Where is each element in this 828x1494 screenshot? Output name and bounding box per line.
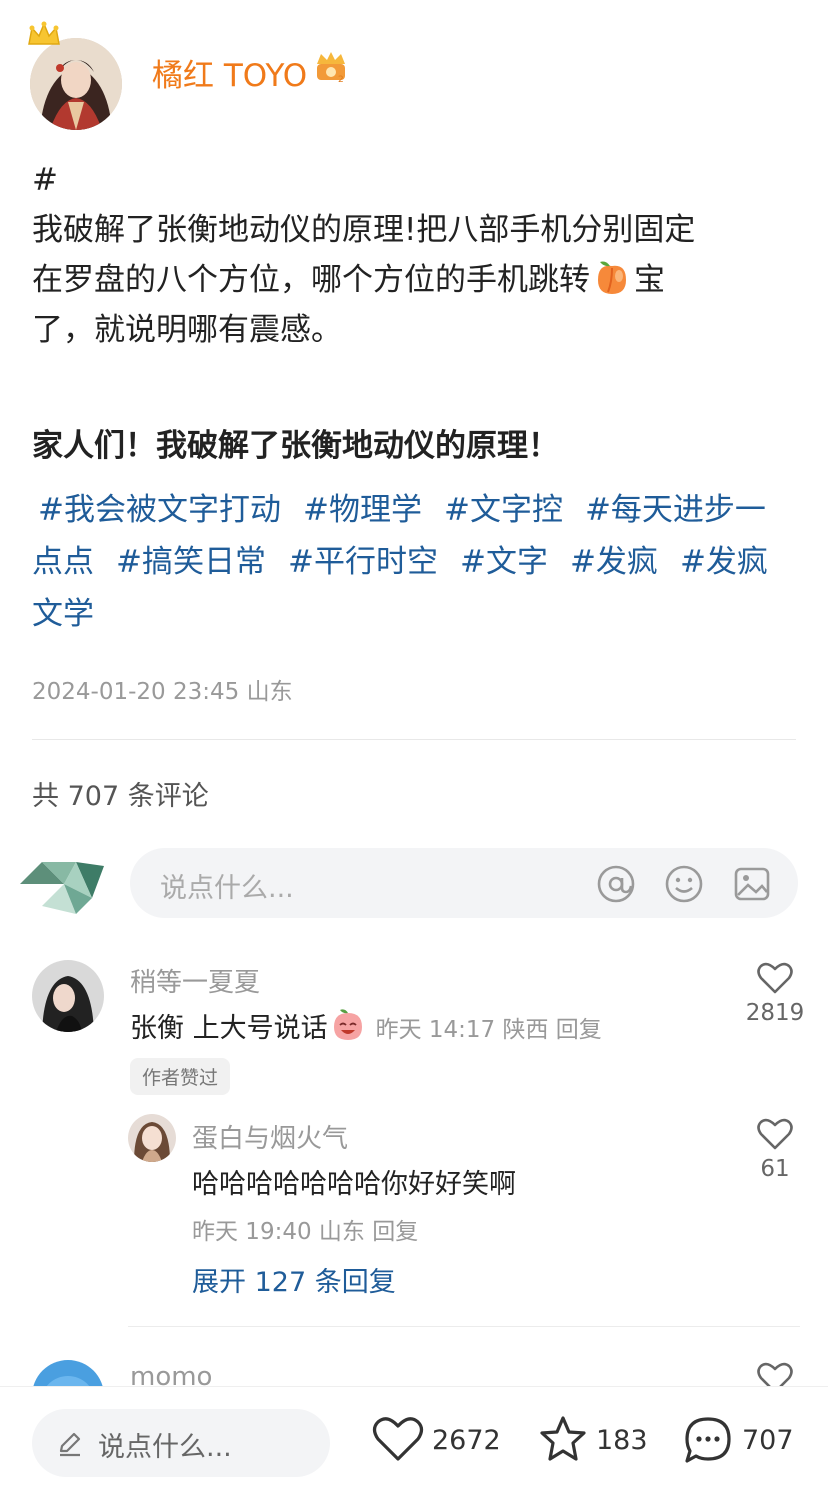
post-line-text: 宝 [634,262,665,298]
like-count: 2672 [432,1425,501,1456]
favorite-action[interactable]: 183 [538,1415,648,1471]
tag-line: 文学 [32,588,802,640]
like-action[interactable]: 2672 [372,1415,502,1471]
post-line: # [32,162,58,198]
comment-item: 稍等一夏夏 张衡 上大号说话 昨天 14:17 陕西 回复 作者赞过 2819 蛋… [0,958,828,1328]
bottom-input-placeholder: 说点什么... [98,1432,232,1463]
peach-emoji [592,258,632,298]
heart-icon [372,1417,424,1461]
divider [128,1326,800,1327]
hashtag-link[interactable]: #物理学 [303,492,422,528]
author-name[interactable]: 橘红 TOYO [152,50,307,95]
comment-meta[interactable]: 昨天 14:17 陕西 回复 [376,1017,602,1043]
crown-icon [26,20,62,50]
hashtag-link[interactable]: 文学 [32,596,94,632]
pencil-icon [56,1429,84,1457]
hashtag-link[interactable]: #搞笑日常 [116,544,266,580]
reply-avatar[interactable] [128,1114,176,1162]
reply-like-count: 61 [760,1156,790,1182]
post-line: 在罗盘的八个方位，哪个方位的手机跳转 宝 [32,255,802,305]
commenter-avatar[interactable] [32,1360,104,1388]
hashtag-link[interactable]: #发疯 [570,544,658,580]
commenter-name[interactable]: 稍等一夏夏 [130,962,260,999]
comment-like-button[interactable]: 2819 [740,962,810,1026]
post-line: 了，就说明哪有震感。 [32,312,342,348]
heart-icon [757,1362,793,1388]
post-title: 家人们！我破解了张衡地动仪的原理！ [32,428,559,464]
comment-input[interactable]: 说点什么... [130,848,798,918]
author-avatar[interactable] [30,38,122,130]
heart-icon [757,962,793,994]
reply-like-button[interactable]: 61 [740,1118,810,1182]
hashtag-link[interactable]: #我会被文字打动 [38,492,281,528]
comment-count-action: 707 [742,1425,794,1456]
hashtag-link[interactable]: #文字控 [444,492,563,528]
hashtag-link[interactable]: 点点 [32,544,94,580]
reply-meta[interactable]: 昨天 19:40 山东 回复 [192,1212,418,1246]
tag-list: #我会被文字打动 #物理学 #文字控 #每天进步一 点点 #搞笑日常 #平行时空 #文字 #发… [32,484,802,640]
post-line-text: 在罗盘的八个方位，哪个方位的手机跳转 [32,262,590,298]
hashtag-link[interactable]: #每天进步一 [585,492,766,528]
comment-item: momo [0,1358,828,1388]
post-timestamp-location: 2024-01-20 23:45 山东 [32,679,293,705]
tag-line: 点点 #搞笑日常 #平行时空 #文字 #发疯 #发疯 [32,536,802,588]
my-avatar[interactable] [18,854,108,924]
reply-author-name[interactable]: 蛋白与烟火气 [192,1118,348,1155]
bottom-action-bar: 说点什么... 2672 183 707 [0,1386,828,1494]
divider [32,739,796,740]
comment-like-button[interactable] [740,1362,810,1388]
at-icon[interactable] [596,864,636,904]
comment-text: 张衡 上大号说话 昨天 14:17 陕西 回复 [130,1006,602,1045]
image-icon[interactable] [732,864,772,904]
comment-action[interactable]: 707 [682,1415,794,1471]
post-content: # 我破解了张衡地动仪的原理!把八部手机分别固定 在罗盘的八个方位，哪个方位的手… [32,155,802,355]
hashtag-link[interactable]: #平行时空 [288,544,438,580]
hashtag-link[interactable]: #发疯 [680,544,768,580]
laughing-peach-sticker [330,1007,366,1043]
comment-count: 共 707 条评论 [32,781,209,812]
author-liked-badge: 作者赞过 [130,1058,231,1095]
hashtag-link[interactable]: #文字 [460,544,548,580]
commenter-name[interactable]: momo [130,1362,212,1388]
svg-text:2: 2 [338,75,344,84]
favorite-count: 183 [596,1425,648,1456]
commenter-avatar[interactable] [32,960,104,1032]
post-line: 我破解了张衡地动仪的原理!把八部手机分别固定 [32,212,696,248]
comment-bubble-icon [685,1417,731,1463]
tag-line: #我会被文字打动 #物理学 #文字控 #每天进步一 [32,484,802,536]
comment-composer-row: 说点什么... [0,846,828,922]
comment-input-placeholder: 说点什么... [160,873,294,904]
bottom-comment-input[interactable]: 说点什么... [32,1409,330,1477]
vip-badge-icon: 2 [313,50,349,85]
reply-text: 哈哈哈哈哈哈哈你好好笑啊 [192,1169,516,1200]
emoji-icon[interactable] [664,864,704,904]
post-header: 橘红 TOYO 2 [0,0,828,140]
comment-like-count: 2819 [745,1000,805,1026]
heart-icon [757,1118,793,1150]
star-icon [540,1416,586,1461]
expand-replies-link[interactable]: 展开 127 条回复 [192,1260,396,1299]
comment-text-body: 张衡 上大号说话 [130,1013,328,1044]
